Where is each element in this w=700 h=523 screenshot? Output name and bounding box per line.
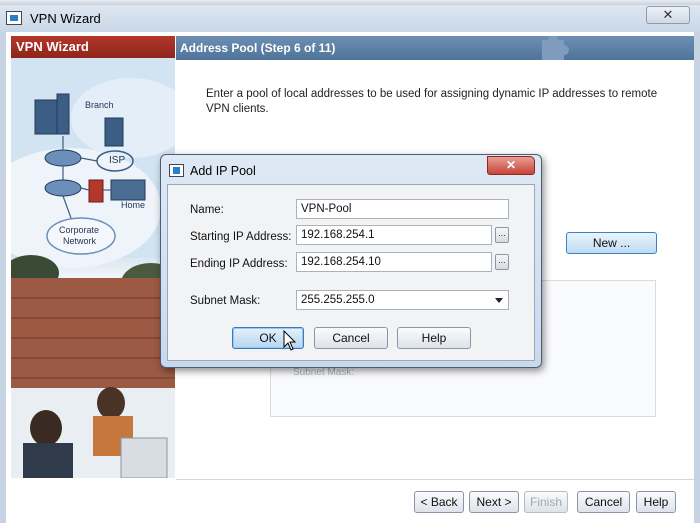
starting-ip-input[interactable]: 192.168.254.1 xyxy=(296,225,492,245)
firewall-icon xyxy=(88,179,104,203)
dialog-close-button[interactable]: ✕ xyxy=(487,156,535,175)
dialog-content: Name: VPN-Pool Starting IP Address: 192.… xyxy=(167,184,535,361)
ending-ip-input[interactable]: 192.168.254.10 xyxy=(296,252,492,272)
dialog-help-button[interactable]: Help xyxy=(397,327,471,349)
chevron-down-icon xyxy=(495,298,503,303)
ending-ip-browse-button[interactable]: ... xyxy=(495,254,509,270)
dialog-cancel-button[interactable]: Cancel xyxy=(314,327,388,349)
next-button[interactable]: Next > xyxy=(469,491,519,513)
name-input[interactable]: VPN-Pool xyxy=(296,199,509,219)
person-icon xyxy=(30,410,62,446)
dialog-app-icon xyxy=(169,164,184,177)
wizard-side-panel: VPN Wizard Branch ISP Home Corporate Net… xyxy=(11,36,175,478)
side-panel-title: VPN Wizard xyxy=(11,36,175,58)
pool-details-label: Subnet Mask: xyxy=(293,367,355,378)
new-pool-button[interactable]: New ... xyxy=(566,232,657,254)
art-label-home: Home xyxy=(121,200,145,210)
home-icon xyxy=(110,179,146,201)
wizard-close-button[interactable]: ✕ xyxy=(646,6,690,24)
finish-button[interactable]: Finish xyxy=(524,491,568,513)
subnet-mask-value: 255.255.255.0 xyxy=(301,294,375,306)
art-label-corporate: Corporate xyxy=(59,225,99,235)
dialog-title: Add IP Pool xyxy=(190,164,256,178)
step-header: Address Pool (Step 6 of 11) xyxy=(176,36,694,60)
back-button[interactable]: < Back xyxy=(414,491,464,513)
app-icon xyxy=(6,11,22,25)
help-button[interactable]: Help xyxy=(636,491,676,513)
starting-ip-label: Starting IP Address: xyxy=(190,231,292,243)
add-ip-pool-dialog: Add IP Pool ✕ Name: VPN-Pool Starting IP… xyxy=(160,154,542,368)
network-illustration: Branch ISP Home Corporate Network xyxy=(11,58,175,478)
subnet-mask-label: Subnet Mask: xyxy=(190,295,261,307)
starting-ip-browse-button[interactable]: ... xyxy=(495,227,509,243)
name-label: Name: xyxy=(190,204,224,216)
puzzle-icon xyxy=(542,36,569,60)
ending-ip-label: Ending IP Address: xyxy=(190,258,288,270)
wizard-title: VPN Wizard xyxy=(30,11,101,26)
art-label-branch: Branch xyxy=(85,100,114,110)
mouse-cursor-icon xyxy=(283,330,297,351)
art-label-isp: ISP xyxy=(109,155,125,166)
cancel-button[interactable]: Cancel xyxy=(577,491,630,513)
art-label-network: Network xyxy=(63,236,97,246)
intro-text: Enter a pool of local addresses to be us… xyxy=(206,88,658,115)
footer-divider xyxy=(176,479,694,480)
wizard-titlebar: VPN Wizard ✕ xyxy=(0,5,700,32)
subnet-mask-select[interactable]: 255.255.255.0 xyxy=(296,290,509,310)
